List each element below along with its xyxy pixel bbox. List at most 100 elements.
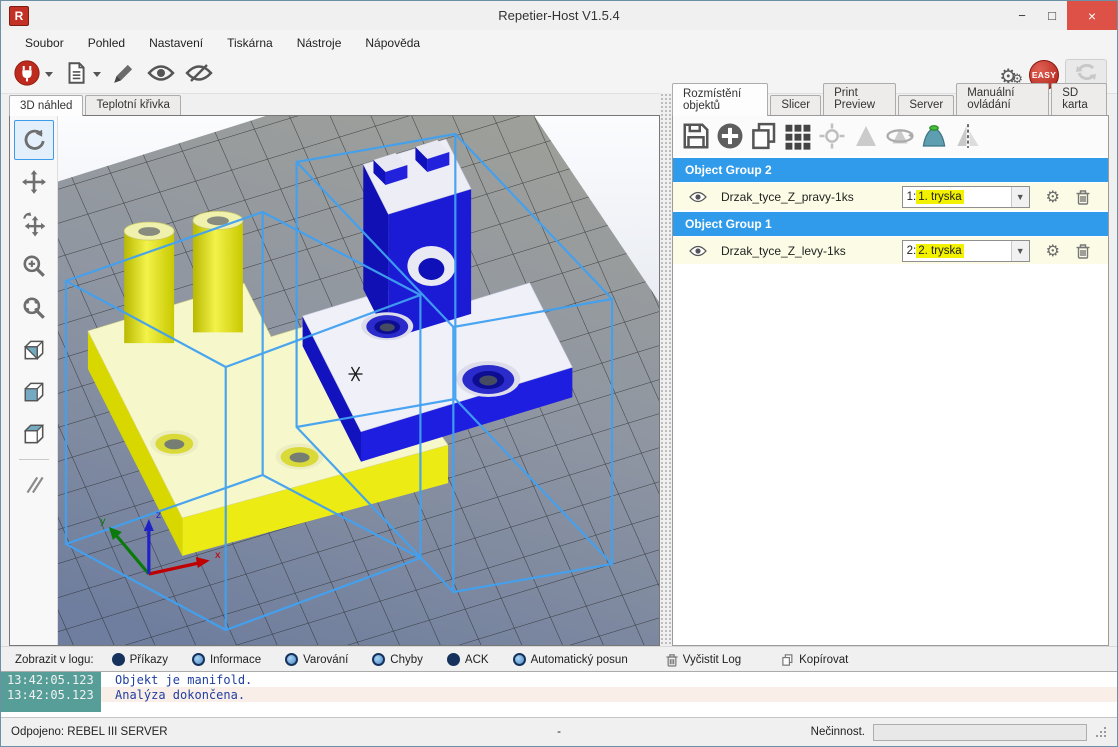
status-bar: - Odpojeno: REBEL III SERVER Nečinnost. <box>1 717 1117 746</box>
load-button[interactable] <box>61 58 103 91</box>
log-entry-partial <box>1 702 1117 712</box>
eye-icon <box>147 63 175 86</box>
visibility-eye-icon[interactable] <box>689 245 707 257</box>
save-object-button[interactable] <box>679 119 713 153</box>
connect-button[interactable] <box>11 57 55 92</box>
move-object-button[interactable] <box>14 204 54 244</box>
title-bar: R Repetier-Host V1.5.4 − □ × <box>1 1 1117 30</box>
extruder-select[interactable]: 1:1. tryska ▼ <box>902 186 1030 208</box>
show-filament-button[interactable] <box>145 61 177 88</box>
tab-server[interactable]: Server <box>898 95 954 115</box>
object-settings-gear-icon[interactable]: ⚙ <box>1046 243 1060 259</box>
object-row[interactable]: Drzak_tyce_Z_levy-1ks 2:2. tryska ▼ ⚙ <box>673 237 1108 264</box>
resize-grip[interactable] <box>1095 726 1107 738</box>
log-output[interactable]: 13:42:05.123 Objekt je manifold. 13:42:0… <box>1 671 1117 718</box>
viewport-3d[interactable]: x y z <box>58 116 659 645</box>
zoom-in-button[interactable] <box>14 246 54 286</box>
log-timestamp: 13:42:05.123 <box>1 687 101 702</box>
object-settings-gear-icon[interactable]: ⚙ <box>1046 189 1060 205</box>
tab-slicer[interactable]: Slicer <box>770 95 821 115</box>
rotate-view-button[interactable] <box>14 120 54 160</box>
delete-object-trash-icon[interactable] <box>1076 189 1090 205</box>
hide-travel-button[interactable] <box>183 61 215 88</box>
toggle-dot-icon[interactable] <box>192 653 205 666</box>
menu-napoveda[interactable]: Nápověda <box>353 32 432 54</box>
mirror-object-button[interactable] <box>951 119 985 153</box>
pan-view-button[interactable] <box>14 162 54 202</box>
copy-icon <box>781 653 794 667</box>
front-view-button[interactable] <box>14 372 54 412</box>
object-placement-panel: Object Group 2 Drzak_tyce_Z_pravy-1ks 1:… <box>672 115 1109 646</box>
main-content: 3D náhled Teplotní křivka <box>1 93 1117 646</box>
menu-bar: Soubor Pohled Nastavení Tiskárna Nástroj… <box>1 30 1117 56</box>
tab-sd-card[interactable]: SD karta <box>1051 83 1107 115</box>
tab-3d-preview[interactable]: 3D náhled <box>9 95 83 116</box>
app-window: R Repetier-Host V1.5.4 − □ × Soubor Pohl… <box>0 0 1118 747</box>
filter-autoscroll[interactable]: Automatický posun <box>513 653 628 666</box>
chevron-down-icon[interactable]: ▼ <box>1011 187 1029 207</box>
extruder-prefix: 1: <box>907 191 917 203</box>
toggle-dot-icon[interactable] <box>112 653 125 666</box>
load-dropdown-caret[interactable] <box>93 72 101 77</box>
extruder-prefix: 2: <box>907 245 917 257</box>
toggle-dot-icon[interactable] <box>513 653 526 666</box>
filter-warnings[interactable]: Varování <box>285 653 348 666</box>
view-tabs: 3D náhled Teplotní křivka <box>9 93 660 115</box>
menu-nastroje[interactable]: Nástroje <box>285 32 354 54</box>
svg-text:y: y <box>100 516 106 527</box>
window-title: Repetier-Host V1.5.4 <box>1 8 1117 23</box>
tab-print-preview[interactable]: Print Preview <box>823 83 896 115</box>
connect-dropdown-caret[interactable] <box>45 72 53 77</box>
clear-log-button[interactable]: Vyčistit Log <box>666 653 741 667</box>
add-object-button[interactable] <box>713 119 747 153</box>
log-filter-label: Zobrazit v logu: <box>15 654 94 666</box>
delete-object-trash-icon[interactable] <box>1076 243 1090 259</box>
toggle-dot-icon[interactable] <box>372 653 385 666</box>
log-message: Analýza dokončena. <box>101 688 245 702</box>
svg-text:x: x <box>215 550 221 561</box>
left-pane: 3D náhled Teplotní křivka <box>9 93 660 646</box>
minimize-button[interactable]: − <box>1007 1 1037 30</box>
extruder-select[interactable]: 2:2. tryska ▼ <box>902 240 1030 262</box>
panel-splitter[interactable] <box>660 93 672 646</box>
object-name: Drzak_tyce_Z_pravy-1ks <box>721 190 854 204</box>
filter-ack[interactable]: ACK <box>447 653 489 666</box>
toggle-dot-icon[interactable] <box>285 653 298 666</box>
activity-status: Nečinnost. <box>811 726 865 738</box>
tab-temperature-curve[interactable]: Teplotní křivka <box>85 95 181 115</box>
filter-commands[interactable]: Příkazy <box>112 653 168 666</box>
tab-object-placement[interactable]: Rozmístění objektů <box>672 83 768 116</box>
zoom-fit-button[interactable] <box>14 288 54 328</box>
top-view-button[interactable] <box>14 414 54 454</box>
toggle-dot-icon[interactable] <box>447 653 460 666</box>
object-group-header[interactable]: Object Group 2 <box>673 158 1108 182</box>
object-name: Drzak_tyce_Z_levy-1ks <box>721 244 846 258</box>
menu-tiskarna[interactable]: Tiskárna <box>215 32 285 54</box>
document-icon <box>63 60 89 89</box>
visibility-eye-icon[interactable] <box>689 191 707 203</box>
copy-log-button[interactable]: Kopírovat <box>781 653 848 667</box>
edit-object-button[interactable] <box>109 58 139 91</box>
isometric-view-button[interactable] <box>14 330 54 370</box>
right-tabs: Rozmístění objektů Slicer Print Preview … <box>672 93 1109 115</box>
extruder-value: 2. tryska <box>916 244 963 258</box>
object-group-header[interactable]: Object Group 1 <box>673 212 1108 236</box>
autoposition-button[interactable] <box>781 119 815 153</box>
menu-pohled[interactable]: Pohled <box>76 32 137 54</box>
filter-errors[interactable]: Chyby <box>372 653 423 666</box>
tab-manual-control[interactable]: Manuální ovládání <box>956 83 1049 115</box>
maximize-button[interactable]: □ <box>1037 1 1067 30</box>
menu-soubor[interactable]: Soubor <box>13 32 76 54</box>
object-row[interactable]: Drzak_tyce_Z_pravy-1ks 1:1. tryska ▼ ⚙ <box>673 183 1108 210</box>
close-button[interactable]: × <box>1067 1 1117 30</box>
menu-nastaveni[interactable]: Nastavení <box>137 32 215 54</box>
rotate-object-button[interactable] <box>883 119 917 153</box>
copy-object-button[interactable] <box>747 119 781 153</box>
pencil-icon <box>111 60 137 89</box>
center-object-button[interactable] <box>815 119 849 153</box>
parallel-projection-button[interactable] <box>14 465 54 505</box>
lay-flat-button[interactable] <box>917 119 951 153</box>
scale-object-button[interactable] <box>849 119 883 153</box>
filter-info[interactable]: Informace <box>192 653 261 666</box>
chevron-down-icon[interactable]: ▼ <box>1011 241 1029 261</box>
